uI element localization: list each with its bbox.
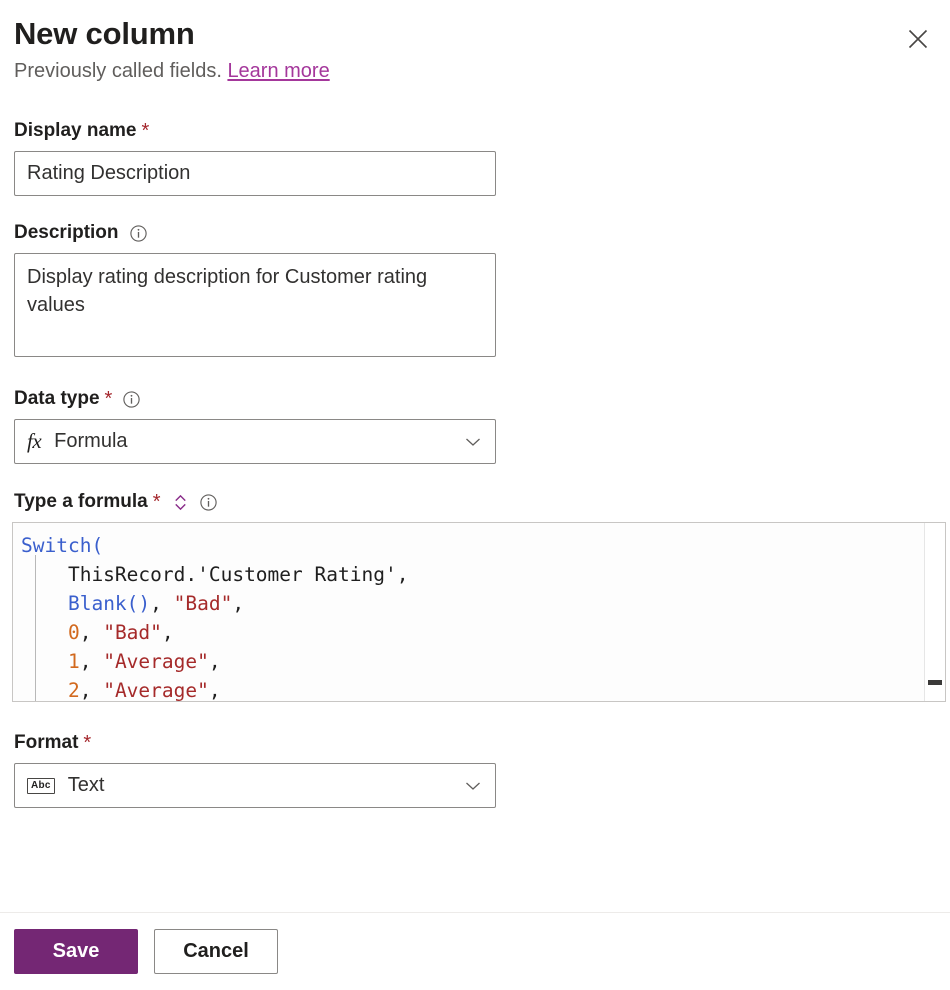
formula-token: "Bad" bbox=[173, 592, 233, 615]
data-type-value: Formula bbox=[54, 430, 128, 452]
formula-token: Switch( bbox=[21, 534, 104, 557]
formula-token: , bbox=[208, 650, 221, 673]
data-type-label: Data type bbox=[14, 388, 100, 409]
save-button[interactable]: Save bbox=[14, 929, 138, 974]
format-dropdown[interactable]: Abc Text bbox=[14, 763, 496, 808]
formula-token: , bbox=[79, 679, 104, 702]
info-icon[interactable] bbox=[122, 390, 141, 409]
formula-code[interactable]: Switch( ThisRecord.'Customer Rating', Bl… bbox=[13, 523, 945, 702]
formula-token: , bbox=[79, 621, 104, 644]
format-label-row: Format * bbox=[14, 730, 936, 756]
required-asterisk: * bbox=[83, 732, 92, 754]
display-name-label-row: Display name * bbox=[14, 118, 936, 144]
formula-token: "Bad" bbox=[103, 621, 162, 644]
data-type-value-wrap: fx Formula bbox=[27, 429, 128, 454]
description-input[interactable] bbox=[14, 253, 496, 357]
field-description: Description bbox=[0, 220, 950, 362]
display-name-input[interactable] bbox=[14, 151, 496, 196]
formula-token bbox=[21, 592, 68, 615]
editor-scrollbar[interactable] bbox=[924, 523, 945, 701]
field-formula: Type a formula * bbox=[0, 489, 950, 515]
info-icon[interactable] bbox=[129, 224, 148, 243]
data-type-dropdown[interactable]: fx Formula bbox=[14, 419, 496, 464]
description-label: Description bbox=[14, 222, 119, 243]
formula-token bbox=[21, 679, 68, 701]
formula-token: , bbox=[161, 621, 174, 644]
formula-token: 2 bbox=[67, 679, 80, 702]
formula-token: 0 bbox=[67, 621, 80, 644]
field-display-name: Display name * bbox=[0, 118, 950, 196]
formula-token: , bbox=[150, 592, 174, 615]
formula-token bbox=[21, 650, 68, 673]
formula-token: , bbox=[232, 592, 245, 615]
description-label-row: Description bbox=[14, 220, 936, 246]
format-value-wrap: Abc Text bbox=[27, 774, 104, 797]
data-type-label-row: Data type * bbox=[14, 386, 936, 412]
cancel-button[interactable]: Cancel bbox=[154, 929, 278, 974]
close-button[interactable] bbox=[898, 20, 938, 60]
panel-body: Display name * Description bbox=[0, 118, 950, 808]
format-label: Format bbox=[14, 732, 79, 753]
formula-token: , bbox=[208, 679, 221, 702]
formula-token: , bbox=[79, 650, 104, 673]
panel-footer: Save Cancel bbox=[0, 912, 950, 990]
chevron-down-icon bbox=[463, 432, 483, 452]
formula-token: 1 bbox=[67, 650, 80, 673]
formula-token: "Average" bbox=[103, 650, 209, 673]
new-column-panel: New column Previously called fields. Lea… bbox=[0, 0, 950, 990]
required-asterisk: * bbox=[152, 491, 161, 513]
display-name-label: Display name bbox=[14, 120, 137, 141]
expand-collapse-icon[interactable] bbox=[172, 493, 189, 512]
formula-editor[interactable]: Switch( ThisRecord.'Customer Rating', Bl… bbox=[12, 522, 946, 702]
subtitle-text: Previously called fields. bbox=[14, 60, 222, 82]
close-icon bbox=[907, 28, 929, 53]
abc-icon: Abc bbox=[27, 777, 55, 794]
required-asterisk: * bbox=[141, 120, 150, 142]
panel-subtitle: Previously called fields. Learn more bbox=[14, 56, 936, 86]
page-title: New column bbox=[14, 16, 195, 51]
formula-token: 'Customer Rating' bbox=[197, 563, 397, 586]
formula-token: ThisRecord. bbox=[21, 563, 198, 586]
formula-token bbox=[21, 621, 68, 644]
formula-token: Blank() bbox=[67, 592, 151, 615]
editor-resize-grip[interactable] bbox=[928, 680, 942, 685]
field-data-type: Data type * fx Formula bbox=[0, 386, 950, 464]
formula-token: , bbox=[396, 563, 409, 586]
field-format: Format * Abc Text bbox=[0, 730, 950, 808]
panel-header: New column Previously called fields. Lea… bbox=[0, 0, 950, 86]
learn-more-link[interactable]: Learn more bbox=[227, 60, 329, 82]
formula-label-row: Type a formula * bbox=[14, 489, 936, 515]
fx-icon: fx bbox=[27, 429, 42, 453]
chevron-down-icon bbox=[463, 776, 483, 796]
format-value: Text bbox=[67, 774, 105, 796]
formula-label: Type a formula bbox=[14, 491, 148, 512]
required-asterisk: * bbox=[104, 388, 113, 410]
info-icon[interactable] bbox=[199, 493, 218, 512]
formula-token: "Average" bbox=[103, 679, 209, 702]
